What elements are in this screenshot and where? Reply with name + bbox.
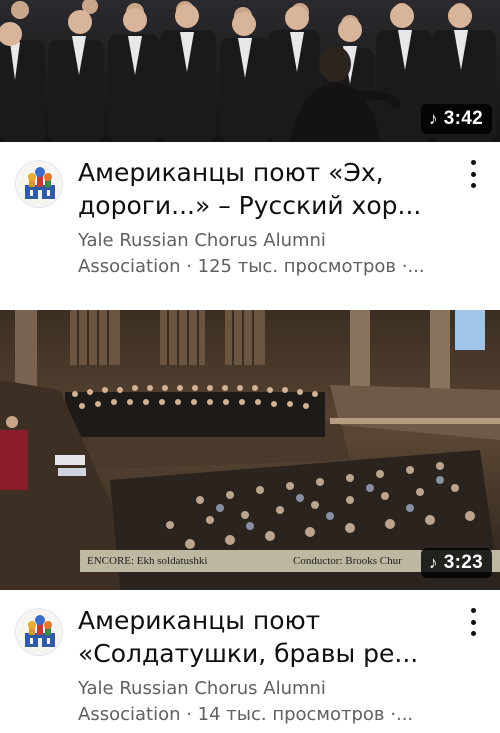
video-meta-1: Американцы поют «Эх, дороги...» – Русски… bbox=[0, 142, 500, 282]
video-meta-2: Американцы поют «Солдатушки, бравы ре...… bbox=[0, 590, 500, 730]
video-thumbnail-1[interactable]: ♪ 3:42 bbox=[0, 0, 500, 142]
duration-badge: ♪ 3:42 bbox=[420, 104, 492, 134]
channel-name[interactable]: Yale Russian Chorus Alumni bbox=[78, 228, 468, 254]
video-card-1[interactable]: ♪ 3:42 Американцы поют «Эх, дороги...» –… bbox=[0, 0, 500, 310]
music-note-icon: ♪ bbox=[428, 109, 438, 128]
video-card-2[interactable]: ENCORE: Ekh soldatushki Conductor: Brook… bbox=[0, 310, 500, 733]
video-title-line-2: дороги...» – Русский хор... bbox=[78, 191, 422, 220]
more-vertical-icon[interactable] bbox=[466, 608, 480, 636]
channel-avatar[interactable] bbox=[15, 160, 63, 208]
video-stats: Association · 125 тыс. просмотров ·... bbox=[78, 256, 425, 277]
channel-logo-icon bbox=[17, 162, 62, 207]
music-note-icon: ♪ bbox=[428, 553, 438, 572]
caption-conductor: Conductor: Brooks Chur bbox=[293, 555, 402, 567]
channel-name[interactable]: Yale Russian Chorus Alumni bbox=[78, 676, 468, 702]
duration-text: 3:23 bbox=[443, 552, 483, 573]
video-subtitle: Yale Russian Chorus Alumni Association ·… bbox=[78, 228, 468, 280]
duration-badge: ♪ 3:23 bbox=[420, 548, 492, 578]
video-thumbnail-2[interactable]: ENCORE: Ekh soldatushki Conductor: Brook… bbox=[0, 310, 500, 590]
video-stats: Association · 14 тыс. просмотров ·... bbox=[78, 704, 414, 725]
video-subtitle: Yale Russian Chorus Alumni Association ·… bbox=[78, 676, 468, 728]
video-title-line-1: Американцы поют bbox=[78, 606, 321, 635]
video-title-line-2: «Солдатушки, бравы ре... bbox=[78, 639, 419, 668]
duration-text: 3:42 bbox=[443, 108, 483, 129]
video-title[interactable]: Американцы поют «Эх, дороги...» – Русски… bbox=[78, 156, 448, 222]
channel-avatar[interactable] bbox=[15, 608, 63, 656]
video-title-line-1: Американцы поют «Эх, bbox=[78, 158, 384, 187]
channel-logo-icon bbox=[17, 610, 62, 655]
video-title[interactable]: Американцы поют «Солдатушки, бравы ре... bbox=[78, 604, 448, 670]
caption-encore: ENCORE: Ekh soldatushki bbox=[87, 555, 208, 567]
more-vertical-icon[interactable] bbox=[466, 160, 480, 188]
